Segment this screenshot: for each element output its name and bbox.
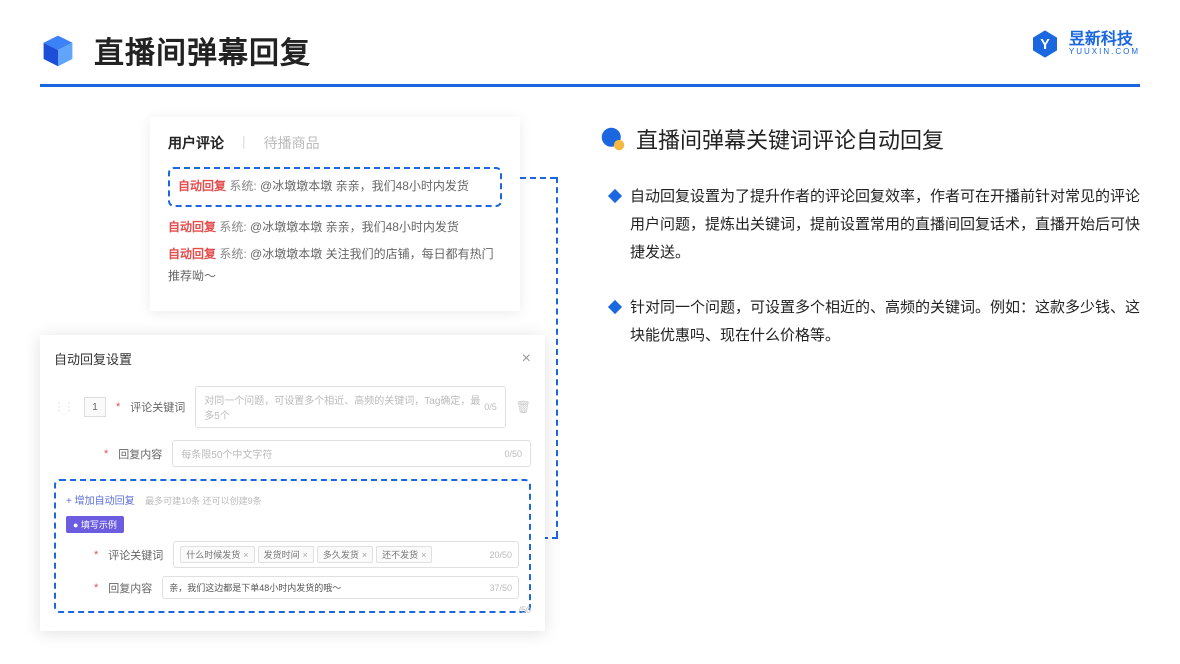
example-badge: ● 填写示例: [66, 516, 124, 533]
rule-index: 1: [84, 397, 106, 417]
diamond-bullet-icon: [608, 300, 622, 314]
bullet-item: 针对同一个问题，可设置多个相近的、高频的关键词。例如：这款多少钱、这块能优惠吗、…: [600, 294, 1140, 350]
close-icon[interactable]: ×: [522, 350, 531, 368]
brand-name-en: YUUXIN.COM: [1069, 48, 1140, 56]
bullet-item: 自动回复设置为了提升作者的评论回复效率，作者可在开播前针对常见的评论用户问题，提…: [600, 183, 1140, 266]
chat-bubble-icon: [600, 126, 626, 152]
tab-pending-products[interactable]: 待播商品: [264, 133, 320, 153]
content-input[interactable]: 每条限50个中文字符 0/50: [172, 440, 531, 467]
example-content-input[interactable]: 亲，我们这边都是下单48小时内发货的哦～ 37/50: [162, 576, 519, 599]
brand-logo: Y 昱新科技 YUUXIN.COM: [1029, 28, 1140, 60]
auto-reply-settings-panel: 自动回复设置 × ⋮⋮ 1 * 评论关键词 对同一个问题，可设置多个相近、高频的…: [40, 335, 545, 631]
delete-icon[interactable]: 🗑: [516, 400, 531, 414]
example-keyword-input[interactable]: 什么时候发货×发货时间×多久发货×还不发货× 20/50: [173, 541, 519, 568]
keyword-tag[interactable]: 多久发货×: [317, 546, 373, 563]
example-panel: + 增加自动回复 最多可建10条 还可以创建9条 ● 填写示例 * 评论关键词 …: [54, 479, 531, 613]
keyword-label: 评论关键词: [130, 399, 185, 415]
comments-panel: 用户评论 | 待播商品 自动回复 系统: @冰墩墩本墩 亲亲，我们48小时内发货…: [150, 117, 520, 311]
bottom-counter: /50: [518, 605, 531, 615]
tab-user-comments[interactable]: 用户评论: [168, 133, 224, 153]
add-hint: 最多可建10条 还可以创建9条: [145, 496, 262, 506]
connector-line: [556, 177, 558, 537]
tag-remove-icon[interactable]: ×: [243, 550, 248, 560]
keyword-tag[interactable]: 什么时候发货×: [180, 546, 254, 563]
highlighted-comment: 自动回复 系统: @冰墩墩本墩 亲亲，我们48小时内发货: [168, 167, 502, 207]
keyword-tag[interactable]: 发货时间×: [258, 546, 314, 563]
content-label: 回复内容: [118, 446, 162, 462]
comment-line: 自动回复 系统: @冰墩墩本墩 亲亲，我们48小时内发货: [168, 217, 502, 239]
svg-text:Y: Y: [1040, 37, 1050, 53]
section-title: 直播间弹幕关键词评论自动回复: [636, 123, 944, 155]
drag-handle-icon[interactable]: ⋮⋮: [54, 402, 74, 413]
connector-line: [520, 177, 556, 179]
settings-title: 自动回复设置: [54, 349, 132, 368]
logo-cube-icon: [40, 32, 76, 68]
auto-reply-tag: 自动回复: [178, 179, 226, 193]
add-auto-reply-link[interactable]: + 增加自动回复: [66, 496, 135, 507]
diamond-bullet-icon: [608, 189, 622, 203]
brand-name-cn: 昱新科技: [1069, 32, 1140, 48]
keyword-tag[interactable]: 还不发货×: [376, 546, 432, 563]
tag-remove-icon[interactable]: ×: [303, 550, 308, 560]
keyword-input[interactable]: 对同一个问题，可设置多个相近、高频的关键词，Tag确定，最多5个 0/5: [195, 386, 505, 428]
tag-remove-icon[interactable]: ×: [362, 550, 367, 560]
tag-remove-icon[interactable]: ×: [421, 550, 426, 560]
page-title: 直播间弹幕回复: [94, 28, 311, 72]
comment-line: 自动回复 系统: @冰墩墩本墩 关注我们的店铺，每日都有热门推荐呦～: [168, 244, 502, 287]
